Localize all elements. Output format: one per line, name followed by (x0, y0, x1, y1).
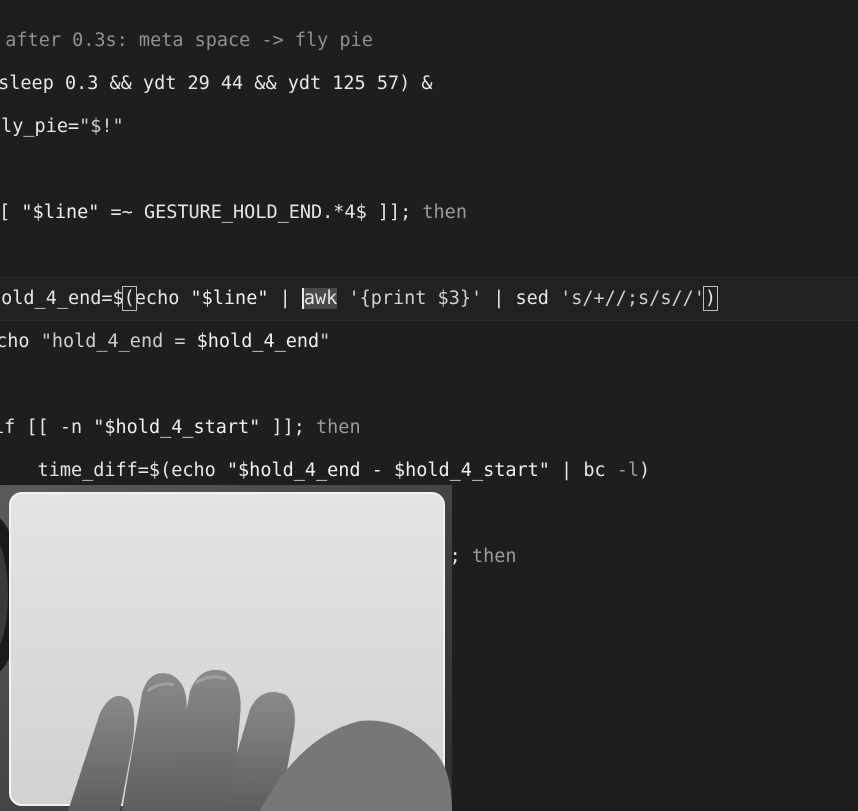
code-token: =~ GESTURE_HOLD_END.*4$ ]]; (99, 202, 423, 223)
code-token: wk (315, 288, 338, 309)
code-token: ]]; (260, 417, 317, 438)
webcam-video-overlay (0, 485, 452, 811)
code-token: | bc (549, 460, 617, 481)
code-line[interactable]: (sleep 0.3 && ydt 29 44 && ydt 125 57) & (0, 62, 433, 105)
code-token: "hold_4_end = (40, 331, 197, 352)
code-token: -l (616, 460, 640, 481)
code-token: ) (639, 460, 651, 481)
code-token: '{print $3}' (348, 288, 483, 309)
code-token: $hold_4_end (196, 331, 320, 352)
code-line[interactable]: [[ "$line" =~ GESTURE_HOLD_END.*4$ ]]; t… (0, 191, 467, 234)
code-line[interactable]: # after 0.3s: meta space -> fly pie (0, 19, 373, 62)
code-token: echo (0, 331, 30, 352)
code-token: [[ (0, 202, 11, 223)
code-token: " (319, 331, 331, 352)
code-token: then (471, 546, 517, 567)
code-token: echo (134, 288, 191, 309)
code-token: hold_4_end=$ (0, 288, 124, 309)
code-token: fly_pie= (0, 116, 80, 137)
code-token: then (422, 202, 467, 223)
code-token: "$hold_4_start" (93, 417, 261, 438)
code-token: a (301, 288, 316, 309)
code-token: "$!" (79, 116, 124, 137)
code-token: | (268, 288, 302, 309)
code-token: time_diff=$(echo (0, 460, 227, 481)
code-line[interactable]: hold_4_end=$(echo "$line" | awk '{print … (0, 277, 719, 320)
code-token: (sleep 0.3 && ydt 29 44 && ydt 125 57) & (0, 73, 433, 94)
code-token: if [[ -n (0, 417, 94, 438)
code-token: 's/+//;s/s//' (560, 288, 705, 309)
code-token: "$hold_4_end - $hold_4_start" (226, 460, 550, 481)
code-token: ) (702, 286, 719, 311)
code-token: # after 0.3s: meta space -> fly pie (0, 30, 373, 51)
code-token: ( (121, 286, 137, 311)
code-line[interactable]: fly_pie="$!" (0, 105, 124, 148)
code-token: "$line" (21, 202, 100, 223)
code-token: | sed (482, 288, 561, 309)
code-line[interactable]: if [[ -n "$hold_4_start" ]]; then (0, 406, 361, 449)
code-line[interactable]: echo "hold_4_end = $hold_4_end" (0, 320, 330, 363)
code-token: "$line" (190, 288, 269, 309)
code-token: then (316, 417, 361, 438)
trackpad-video-frame (0, 485, 452, 811)
